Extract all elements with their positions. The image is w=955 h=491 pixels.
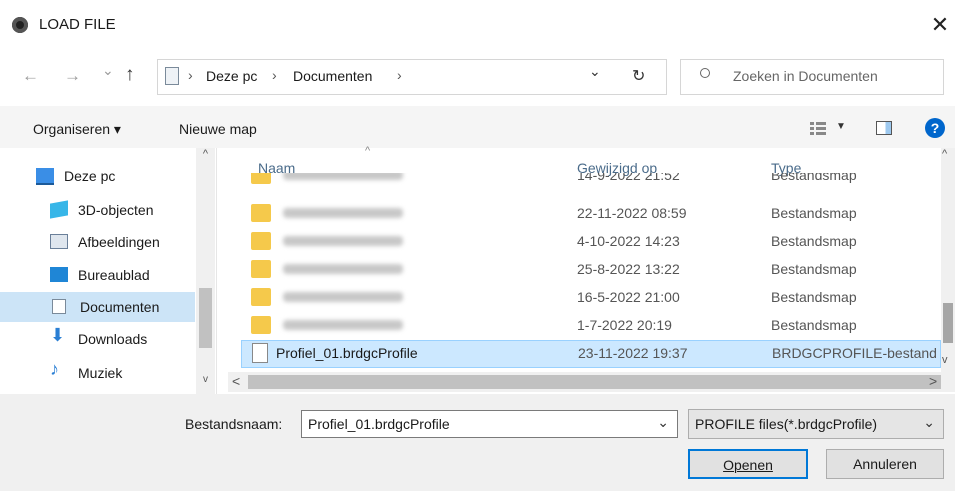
folder-icon	[251, 204, 271, 222]
blurred-name	[283, 236, 403, 246]
title-bar	[0, 0, 955, 52]
breadcrumb-separator: ›	[272, 67, 277, 83]
file-icon	[252, 343, 268, 363]
filename-input[interactable]: Profiel_01.brdgcProfile	[308, 416, 450, 432]
open-button[interactable]: Openen	[688, 449, 808, 479]
window-title: LOAD FILE	[39, 16, 116, 33]
breadcrumb-separator: ›	[188, 67, 193, 83]
recent-locations-button[interactable]: ⌄	[102, 62, 114, 79]
filename-label: Bestandsnaam:	[185, 416, 283, 432]
forward-button[interactable]: →	[64, 66, 81, 86]
folder-icon	[251, 232, 271, 250]
modified-cell: 16-5-2022 21:00	[577, 289, 680, 305]
modified-cell: 1-7-2022 20:19	[577, 317, 672, 333]
table-row[interactable]: 25-8-2022 13:22 Bestandsmap	[241, 256, 941, 284]
breadcrumb-documenten[interactable]: Documenten	[293, 68, 372, 84]
type-cell: Bestandsmap	[771, 289, 857, 305]
refresh-button[interactable]: ↻	[632, 66, 645, 86]
search-icon	[700, 68, 710, 78]
type-cell: Bestandsmap	[771, 317, 857, 333]
modified-cell: 22-11-2022 08:59	[577, 205, 687, 221]
horizontal-scroll-thumb[interactable]	[248, 375, 941, 389]
type-cell: Bestandsmap	[771, 173, 857, 183]
folder-icon	[251, 173, 271, 184]
list-horizontal-scrollbar[interactable]: < >	[228, 372, 955, 392]
modified-cell: 14-9-2022 21:52	[577, 173, 680, 183]
back-button[interactable]: ←	[22, 66, 39, 86]
scroll-up-icon[interactable]: ^	[199, 148, 212, 160]
search-placeholder[interactable]: Zoeken in Documenten	[733, 68, 878, 84]
cancel-button[interactable]: Annuleren	[826, 449, 944, 479]
preview-pane-icon[interactable]	[876, 121, 892, 135]
list-scroll-thumb[interactable]	[943, 303, 953, 343]
blurred-name	[283, 173, 403, 180]
list-vertical-scrollbar[interactable]: ^ v	[941, 148, 955, 372]
scroll-right-icon[interactable]: >	[929, 373, 937, 389]
filetype-select[interactable]: PROFILE files(*.brdgcProfile) ⌄	[688, 409, 944, 439]
new-folder-button[interactable]: Nieuwe map	[179, 121, 257, 137]
table-row[interactable]: 14-9-2022 21:52 Bestandsmap	[241, 173, 941, 190]
folder-icon	[251, 316, 271, 334]
blurred-name	[283, 320, 403, 330]
filetype-value: PROFILE files(*.brdgcProfile)	[695, 416, 878, 432]
folder-icon	[251, 260, 271, 278]
table-row[interactable]: 22-11-2022 08:59 Bestandsmap	[241, 200, 941, 228]
type-cell: Bestandsmap	[771, 205, 857, 221]
modified-cell: 4-10-2022 14:23	[577, 233, 680, 249]
breadcrumb-deze-pc[interactable]: Deze pc	[206, 68, 257, 84]
view-dropdown-icon[interactable]: ▼	[836, 121, 846, 132]
help-icon[interactable]: ?	[925, 118, 945, 138]
app-icon	[12, 17, 28, 33]
breadcrumb-separator: ›	[397, 67, 402, 83]
organize-button[interactable]: Organiseren ▾	[33, 121, 121, 138]
blurred-name	[283, 292, 403, 302]
file-rows: 14-9-2022 21:52 Bestandsmap 22-11-2022 0…	[0, 173, 941, 371]
blurred-name	[283, 208, 403, 218]
address-dropdown-button[interactable]: ⌄	[589, 63, 601, 80]
filename-combobox[interactable]: Profiel_01.brdgcProfile ⌄	[301, 410, 678, 438]
type-cell: Bestandsmap	[771, 233, 857, 249]
modified-cell: 23-11-2022 19:37	[578, 345, 688, 361]
table-row[interactable]: 4-10-2022 14:23 Bestandsmap	[241, 228, 941, 256]
open-button-label: Openen	[723, 457, 773, 473]
view-options-icon[interactable]	[810, 120, 832, 136]
type-cell: BRDGCPROFILE-bestand	[772, 345, 937, 361]
table-row-selected[interactable]: Profiel_01.brdgcProfile 23-11-2022 19:37…	[241, 340, 941, 368]
table-row[interactable]: 16-5-2022 21:00 Bestandsmap	[241, 284, 941, 312]
filetype-dropdown-icon[interactable]: ⌄	[923, 414, 935, 431]
sort-ascending-icon: ^	[365, 145, 371, 157]
scroll-left-icon[interactable]: <	[232, 373, 240, 389]
name-cell: Profiel_01.brdgcProfile	[276, 345, 418, 361]
blurred-name	[283, 264, 403, 274]
table-row[interactable]: 1-7-2022 20:19 Bestandsmap	[241, 312, 941, 340]
type-cell: Bestandsmap	[771, 261, 857, 277]
modified-cell: 25-8-2022 13:22	[577, 261, 680, 277]
list-scroll-up-icon[interactable]: ^	[942, 148, 947, 160]
document-location-icon	[165, 67, 179, 85]
list-scroll-down-icon[interactable]: v	[942, 354, 948, 366]
close-button[interactable]: ✕	[925, 10, 955, 40]
up-button[interactable]: ↑	[125, 64, 135, 86]
filename-dropdown-icon[interactable]: ⌄	[657, 414, 669, 431]
folder-icon	[251, 288, 271, 306]
